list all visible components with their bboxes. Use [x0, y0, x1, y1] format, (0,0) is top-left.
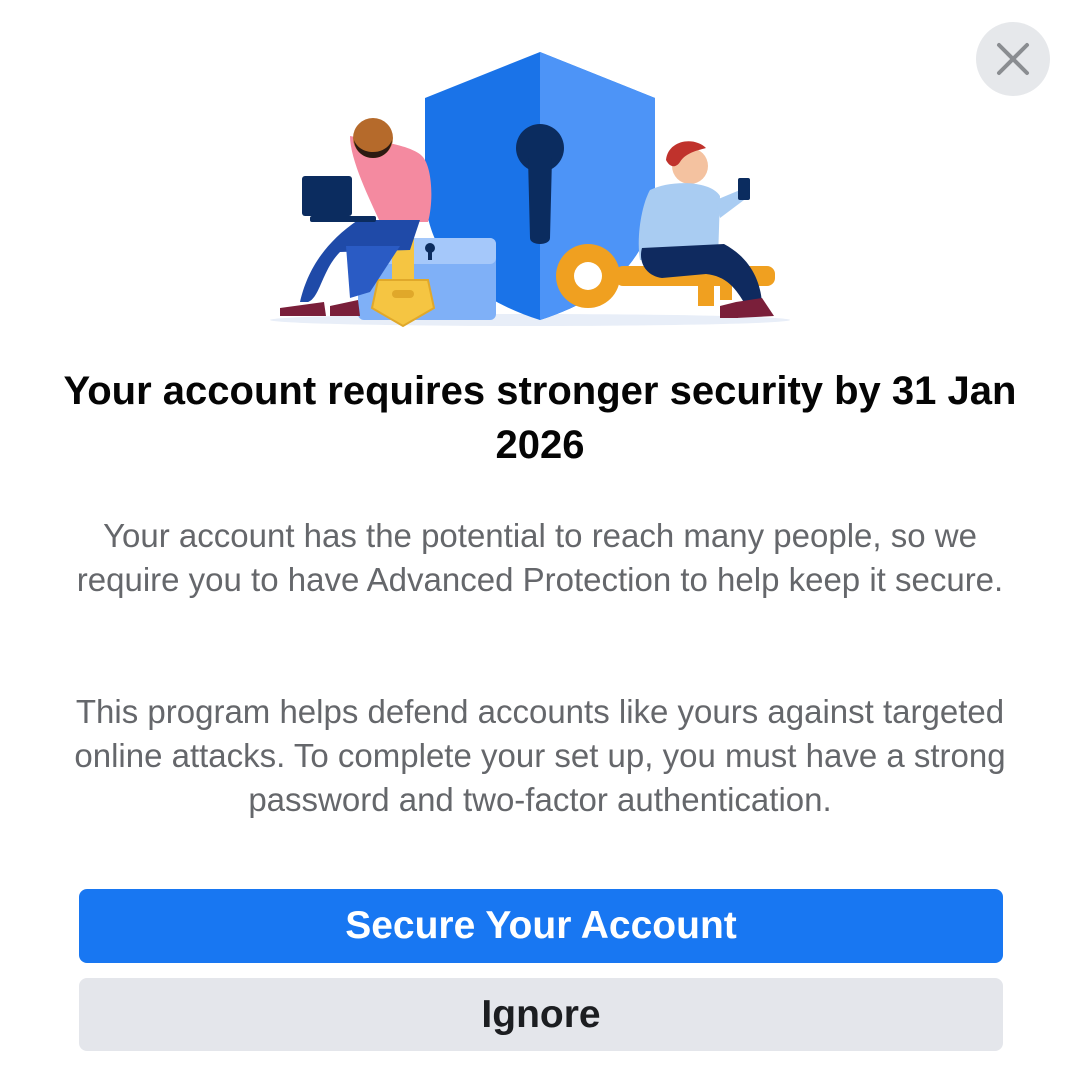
close-icon [997, 43, 1029, 75]
description-paragraph-1: Your account has the potential to reach … [76, 517, 1004, 598]
ignore-button[interactable]: Ignore [79, 978, 1003, 1051]
close-button[interactable] [976, 22, 1050, 96]
security-illustration [270, 52, 790, 328]
dialog-title: Your account requires stronger security … [63, 369, 1017, 467]
description-paragraph-2: This program helps defend accounts like … [74, 693, 1006, 818]
security-dialog: Your account requires stronger security … [0, 0, 1080, 1080]
secure-account-button[interactable]: Secure Your Account [79, 889, 1003, 963]
